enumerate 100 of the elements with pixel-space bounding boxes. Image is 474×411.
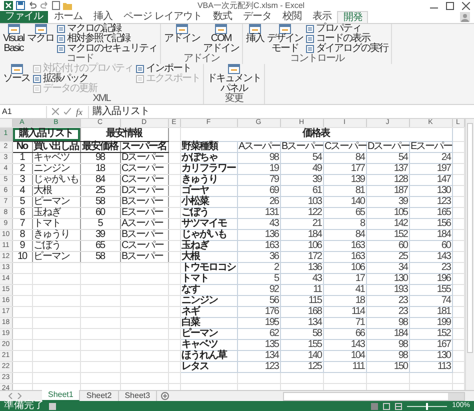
ribbon-button[interactable]: プロパティ	[306, 24, 388, 34]
ribbon-button[interactable]: ソース	[3, 64, 30, 84]
ribbon-button[interactable]: COM アドイン	[203, 24, 240, 54]
table-cell: No	[12, 141, 32, 152]
ribbon-button[interactable]: アドイン	[164, 24, 200, 44]
document-icon	[57, 45, 66, 53]
table-cell: 43	[237, 218, 280, 229]
table-cell: 60	[366, 240, 409, 251]
table-cell: 54	[280, 152, 323, 163]
document-icon	[33, 75, 41, 83]
undo-icon[interactable]	[28, 1, 37, 10]
table-cell: 143	[323, 339, 366, 350]
table-cell: ピーマン	[180, 328, 237, 339]
table-cell: Dスーパー	[366, 141, 409, 152]
table-cell: Bスーパー	[120, 196, 168, 207]
table-cell: 150	[366, 361, 409, 372]
window-title: VBA一次元配列C.xlsm - Excel	[196, 0, 306, 10]
ribbon-tab[interactable]: ホーム	[49, 11, 88, 23]
horizontal-scrollbar[interactable]	[283, 392, 465, 400]
table-cell: 4	[12, 185, 32, 196]
table-cell: 25	[366, 251, 409, 262]
table-cell: 18	[323, 295, 366, 306]
ribbon-tab[interactable]: 数式	[208, 11, 237, 23]
table-cell: 130	[366, 273, 409, 284]
table-cell: 98	[366, 339, 409, 350]
ribbon-tab[interactable]: 挿入	[88, 11, 118, 23]
table-cell: 184	[280, 229, 323, 240]
ribbon-button[interactable]: ダイアログの実行	[306, 44, 388, 54]
cancel-icon[interactable]	[52, 108, 59, 115]
table-cell: 98	[237, 152, 280, 163]
ribbon-tab[interactable]: 校閲	[277, 11, 306, 23]
table-cell: 195	[237, 317, 280, 328]
table-cell: 62	[237, 328, 280, 339]
table-cell: 74	[409, 295, 452, 306]
formula-field[interactable]: 購入品リスト	[88, 106, 474, 118]
table-cell: カリフラワー	[180, 163, 237, 174]
close-icon[interactable]	[462, 2, 470, 10]
ribbon-button[interactable]: コードの表示	[306, 34, 388, 44]
maximize-icon[interactable]	[446, 2, 454, 10]
ribbon-tab[interactable]: ページ レイアウト	[118, 11, 207, 23]
spreadsheet-logo-icon[interactable]	[4, 1, 13, 10]
table-cell: 140	[323, 196, 366, 207]
checkmark-icon[interactable]	[64, 108, 71, 115]
table-cell: Dスーパー	[120, 185, 168, 196]
document-icon	[136, 75, 144, 83]
macro-record-icon[interactable]	[49, 402, 56, 410]
ribbon-tab[interactable]: ファイル	[0, 11, 48, 23]
table-cell: スーパー名	[120, 141, 168, 152]
table-cell: 143	[409, 251, 452, 262]
ribbon-button[interactable]: 挿入	[246, 24, 264, 44]
table-cell: 136	[280, 262, 323, 273]
ribbon-button[interactable]: Visual Basic	[3, 24, 24, 54]
table-cell: トマト	[32, 218, 80, 229]
document-icon[interactable]	[52, 1, 60, 10]
ribbon-tab[interactable]: データ	[238, 11, 276, 23]
table-cell: ごぼう	[32, 240, 80, 251]
ribbon-button[interactable]: 相対参照で記録	[57, 34, 158, 44]
ribbon-button[interactable]: デザイン モード	[267, 24, 304, 54]
table-cell: 137	[366, 163, 409, 174]
table-cell: 3	[12, 174, 32, 185]
table-cell: 大根	[32, 185, 80, 196]
ribbon-tab[interactable]: 開発	[337, 11, 368, 23]
insert-function-button[interactable]: fx	[76, 106, 82, 116]
table-cell: 147	[409, 174, 452, 185]
table-cell: 10	[12, 251, 32, 262]
ribbon-button[interactable]: ドキュメント パネル	[207, 64, 261, 94]
table-cell: 177	[323, 163, 366, 174]
name-box[interactable]: A1	[2, 106, 47, 118]
table-cell: 19	[237, 163, 280, 174]
save-icon[interactable]	[16, 1, 25, 10]
ribbon-tab[interactable]: 表示	[307, 11, 336, 23]
table-cell: 17	[323, 273, 366, 284]
table-cell: ニンジン	[180, 295, 237, 306]
table-cell: Cスーパー	[120, 163, 168, 174]
table-cell: キャベツ	[32, 152, 80, 163]
add-sheet-icon[interactable]	[161, 392, 170, 400]
table-cell: 43	[280, 273, 323, 284]
ribbon-button[interactable]: 拡張パック	[33, 74, 133, 84]
page-layout-view-icon[interactable]	[383, 402, 390, 410]
table-cell: 60	[409, 240, 452, 251]
ribbon-button[interactable]: マクロの記録	[57, 24, 158, 34]
table-cell: 98	[80, 152, 120, 163]
table-cell: 104	[323, 350, 366, 361]
table-cell: 142	[366, 218, 409, 229]
table-cell: 176	[237, 306, 280, 317]
previous-sheet-icon[interactable]	[8, 393, 13, 399]
ribbon-button[interactable]: インポート	[136, 64, 200, 74]
table-cell: Aスーパー	[120, 218, 168, 229]
table-cell: 165	[409, 207, 452, 218]
table-cell: 84	[323, 229, 366, 240]
table-cell: 玉ねぎ	[32, 207, 80, 218]
next-sheet-icon[interactable]	[17, 393, 22, 399]
redo-icon[interactable]	[40, 1, 49, 10]
table-cell: Aスーパー	[237, 141, 280, 152]
ribbon-button[interactable]: マクロ	[27, 24, 54, 44]
sheet-tab[interactable]: Sheet1	[42, 390, 80, 402]
page-break-view-icon[interactable]	[395, 402, 402, 410]
window-icon	[10, 64, 22, 74]
ribbon-button[interactable]: マクロのセキュリティ	[57, 44, 158, 54]
table-cell: かぼちゃ	[180, 152, 237, 163]
